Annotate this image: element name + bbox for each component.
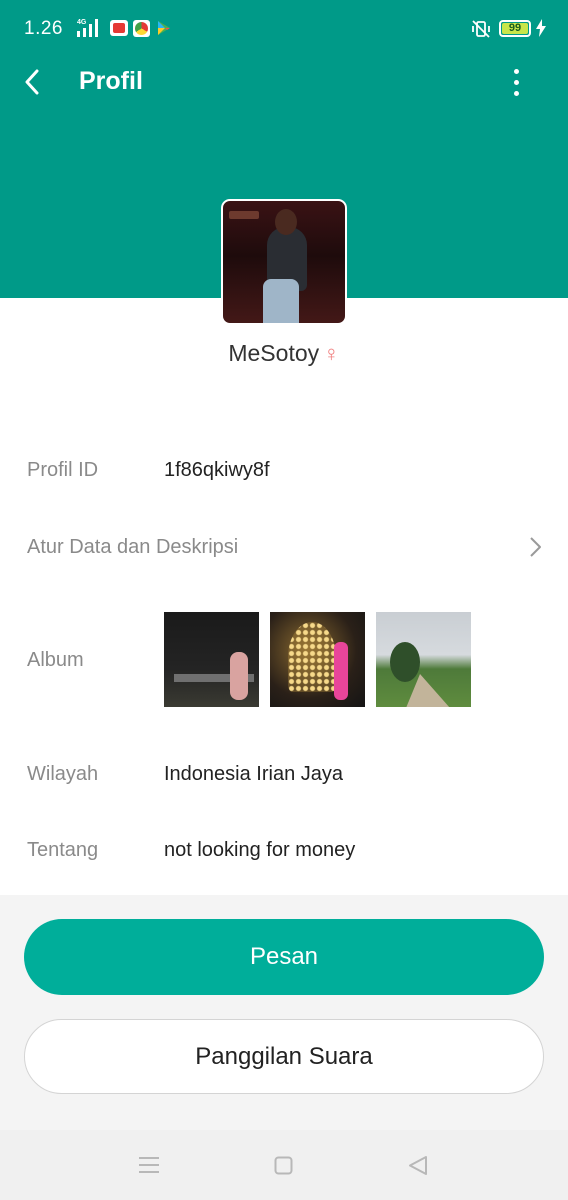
voice-call-button[interactable]: Panggilan Suara bbox=[24, 1019, 544, 1094]
about-label: Tentang bbox=[27, 839, 99, 861]
album-photo[interactable] bbox=[270, 612, 365, 707]
network-type-label: 4G bbox=[77, 19, 87, 26]
message-button[interactable]: Pesan bbox=[24, 919, 544, 995]
more-dot-icon bbox=[513, 79, 519, 85]
about-value: not looking for money bbox=[164, 839, 356, 861]
profile-name-row: MeSotoy ♀ bbox=[0, 340, 568, 367]
avatar-background-light bbox=[229, 211, 259, 219]
female-gender-icon: ♀ bbox=[323, 341, 340, 366]
more-dot-icon bbox=[513, 90, 519, 96]
photo-light-wings-shape bbox=[288, 622, 336, 692]
chevron-right-icon bbox=[530, 537, 541, 557]
edit-data-row[interactable]: Atur Data dan Deskripsi bbox=[0, 520, 568, 576]
photo-road-shape bbox=[406, 674, 450, 707]
back-button[interactable] bbox=[14, 64, 50, 100]
chrome-notification-icon bbox=[133, 20, 150, 37]
avatar-person-head bbox=[275, 209, 297, 235]
play-games-notification-icon bbox=[158, 21, 170, 35]
profile-avatar[interactable] bbox=[221, 199, 347, 325]
region-label: Wilayah bbox=[27, 763, 99, 785]
status-time: 1.26 bbox=[24, 18, 63, 39]
photo-person-shape bbox=[334, 642, 348, 700]
charging-bolt-icon bbox=[536, 19, 546, 37]
edit-data-label: Atur Data dan Deskripsi bbox=[27, 536, 239, 558]
battery-level-label: 99 bbox=[508, 22, 522, 34]
profile-id-value: 1f86qkiwy8f bbox=[164, 459, 270, 481]
more-dot-icon bbox=[513, 68, 519, 74]
region-value: Indonesia Irian Jaya bbox=[164, 763, 344, 785]
system-navigation-bar bbox=[0, 1130, 568, 1200]
profile-name: MeSotoy bbox=[228, 340, 320, 366]
home-icon[interactable] bbox=[274, 1156, 293, 1175]
more-options-button[interactable] bbox=[500, 64, 532, 100]
arrow-left-icon bbox=[25, 69, 39, 95]
album-label: Album bbox=[27, 649, 84, 671]
vibrate-off-icon bbox=[472, 20, 490, 38]
battery-icon: 99 bbox=[499, 20, 531, 37]
photo-person-shape bbox=[230, 652, 248, 700]
avatar-person-legs bbox=[263, 279, 299, 323]
youtube-notification-icon bbox=[110, 20, 128, 36]
recent-apps-icon[interactable] bbox=[138, 1156, 160, 1174]
status-bar: 1.26 4G 99 bbox=[0, 0, 568, 58]
profile-id-label: Profil ID bbox=[27, 459, 99, 481]
signal-icon: 4G bbox=[77, 19, 98, 37]
system-back-icon[interactable] bbox=[408, 1155, 428, 1176]
album-photo[interactable] bbox=[164, 612, 259, 707]
album-photo[interactable] bbox=[376, 612, 471, 707]
page-title: Profil bbox=[79, 67, 143, 95]
